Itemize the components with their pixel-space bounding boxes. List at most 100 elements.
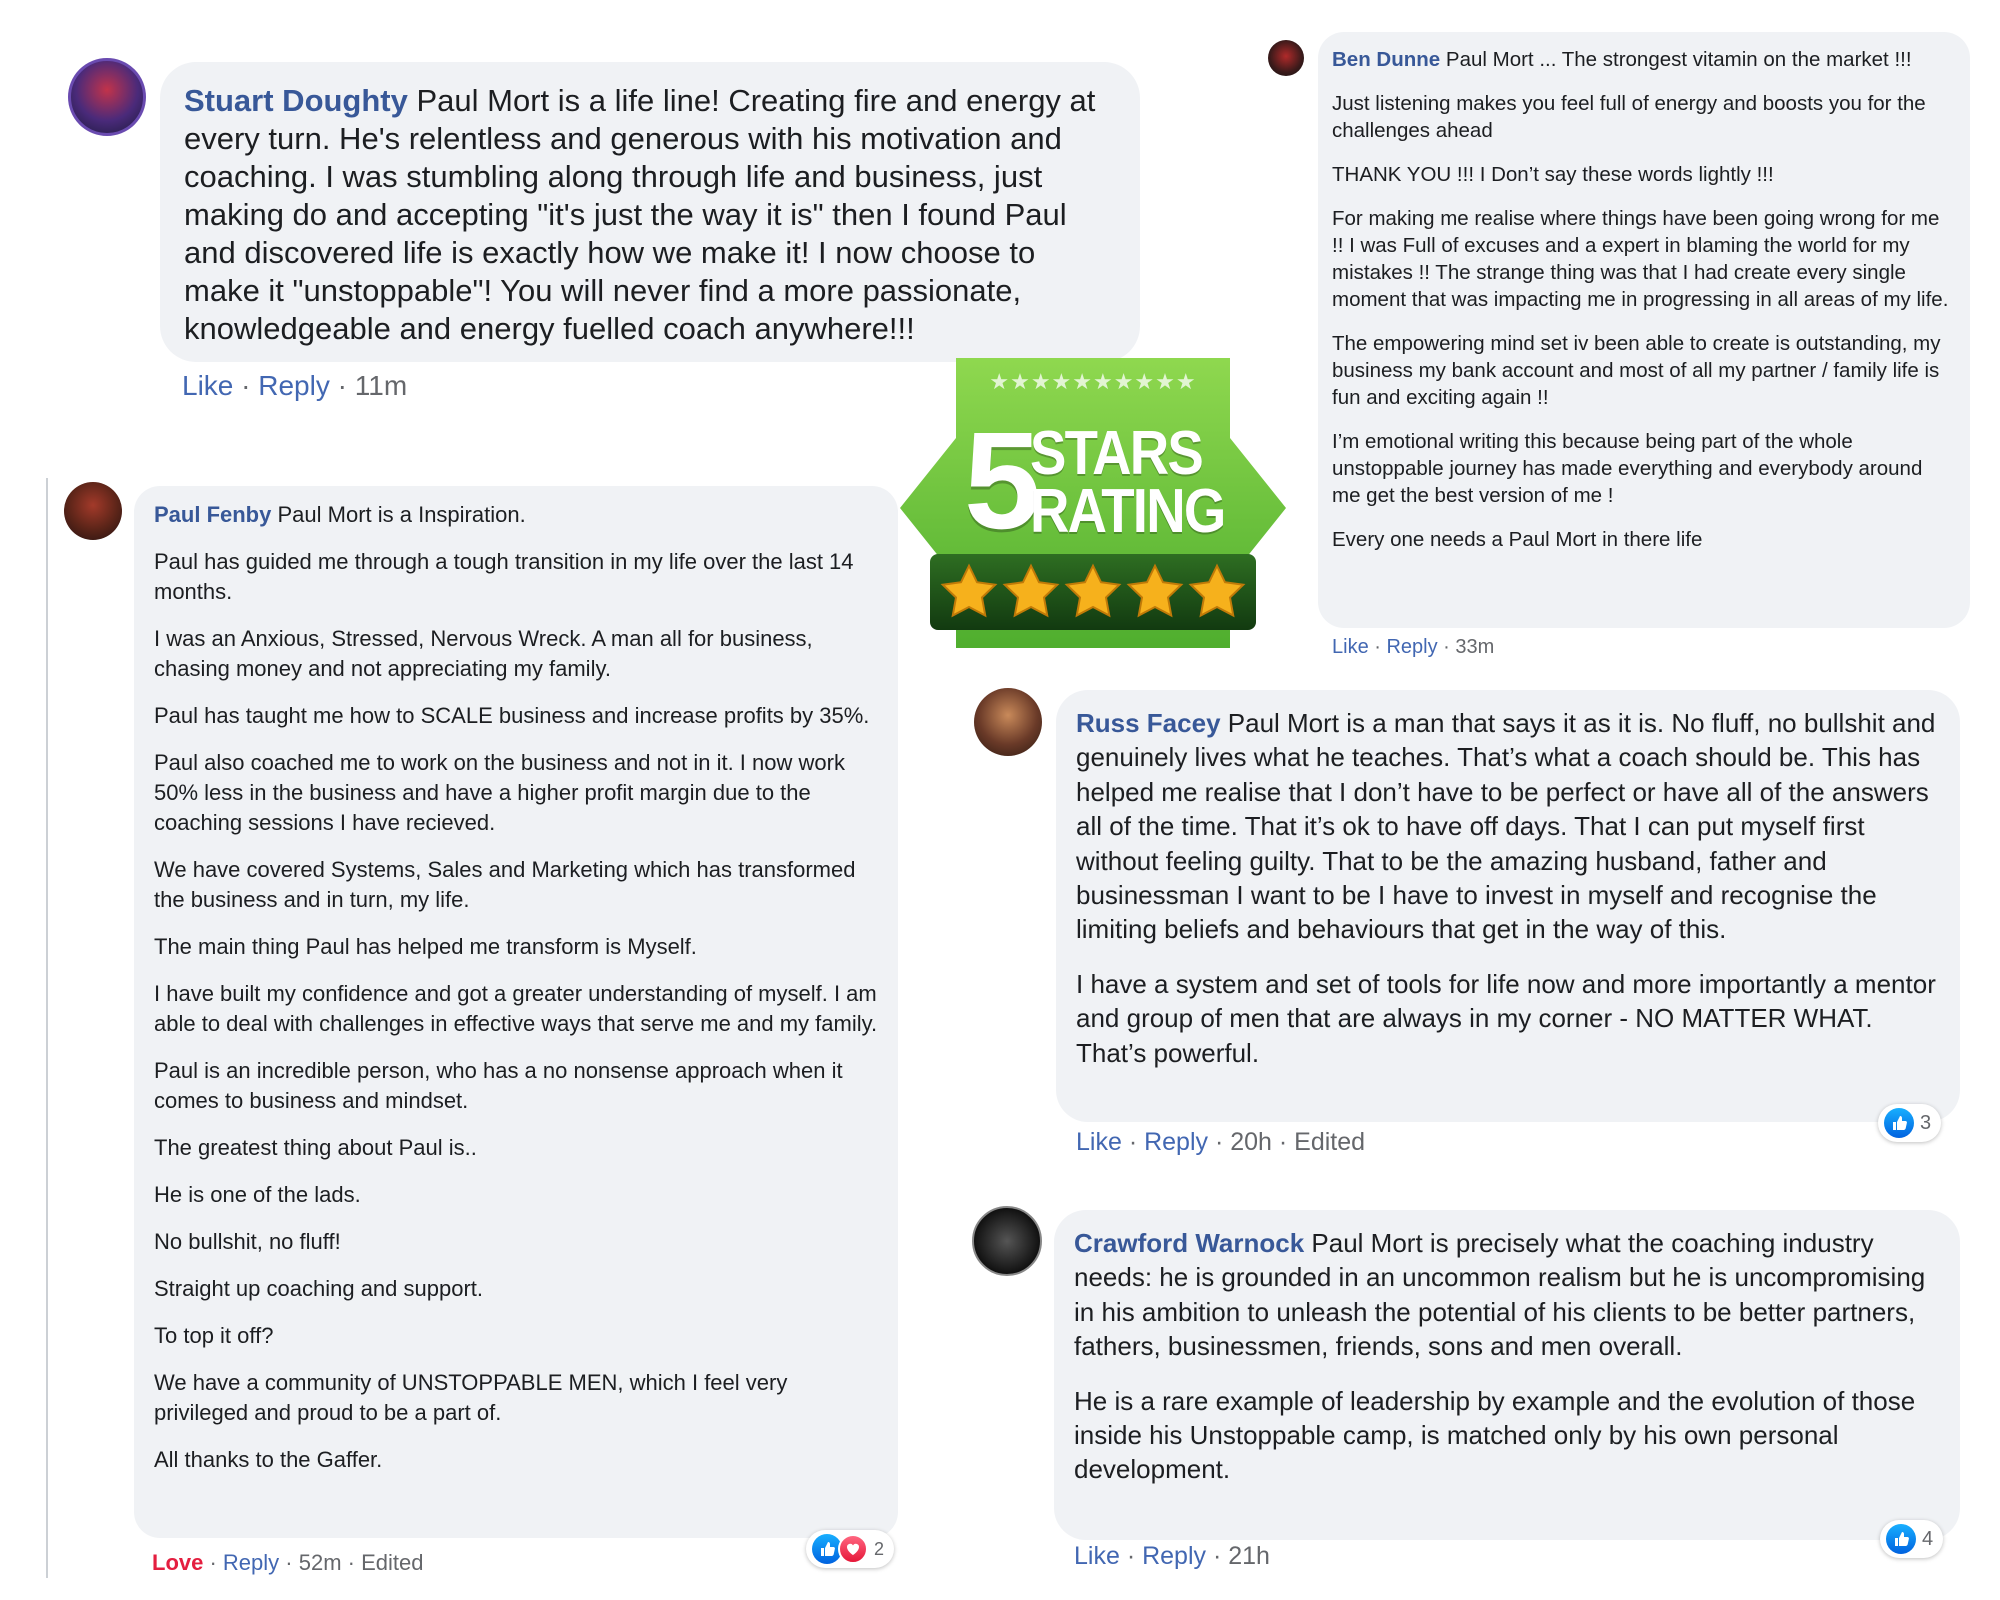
comment-paragraph: Straight up coaching and support. bbox=[154, 1276, 484, 1301]
comment-paragraph: Paul Mort is a man that says it as it is… bbox=[1076, 708, 1936, 945]
like-button[interactable]: Like bbox=[1074, 1542, 1120, 1570]
gold-star-icon bbox=[1188, 563, 1246, 618]
separator: · bbox=[1271, 1128, 1295, 1156]
avatar[interactable] bbox=[972, 1206, 1042, 1276]
comment-text: Paul Fenby Paul Mort is a Inspiration. bbox=[154, 500, 878, 530]
comment-actions: Like · Reply · 11m bbox=[182, 370, 407, 402]
badge-word-rating: RATING bbox=[1030, 477, 1226, 546]
reaction-number: 2 bbox=[874, 1538, 885, 1559]
author-name[interactable]: Stuart Doughty bbox=[184, 83, 408, 118]
comment-text: Stuart Doughty Paul Mort is a life line!… bbox=[184, 82, 1114, 348]
avatar[interactable] bbox=[64, 482, 122, 540]
comment-bubble: Stuart Doughty Paul Mort is a life line!… bbox=[160, 62, 1140, 362]
comment-paragraph: Every one needs a Paul Mort in there lif… bbox=[1332, 528, 1703, 551]
love-button[interactable]: Love bbox=[152, 1550, 203, 1575]
comment-bubble: Ben Dunne Paul Mort ... The strongest vi… bbox=[1318, 32, 1970, 628]
timestamp[interactable]: 52m bbox=[299, 1550, 342, 1575]
gold-stars-row bbox=[930, 554, 1256, 630]
comment-text: Russ Facey Paul Mort is a man that says … bbox=[1076, 706, 1940, 947]
thread-line bbox=[46, 478, 48, 1578]
comment-paragraph: The greatest thing about Paul is.. bbox=[154, 1135, 477, 1160]
avatar[interactable] bbox=[68, 58, 146, 136]
comment-paragraph: Paul is an incredible person, who has a … bbox=[154, 1058, 843, 1113]
comment-text: Crawford Warnock Paul Mort is precisely … bbox=[1074, 1226, 1940, 1364]
avatar[interactable] bbox=[974, 688, 1042, 756]
timestamp[interactable]: 20h bbox=[1230, 1128, 1272, 1156]
separator: · bbox=[329, 370, 355, 401]
comment-paragraph: He is one of the lads. bbox=[154, 1182, 361, 1207]
reaction-count[interactable]: 2 bbox=[806, 1530, 895, 1568]
comment-paragraph: Paul has taught me how to SCALE business… bbox=[154, 703, 870, 728]
reply-button[interactable]: Reply bbox=[1142, 1542, 1206, 1570]
separator: · bbox=[1368, 636, 1387, 658]
author-name[interactable]: Ben Dunne bbox=[1332, 48, 1440, 71]
reply-button[interactable]: Reply bbox=[258, 370, 330, 401]
separator: · bbox=[1121, 1128, 1145, 1156]
comment-paragraph: We have covered Systems, Sales and Marke… bbox=[154, 857, 856, 912]
separator: · bbox=[1206, 1542, 1229, 1570]
reply-button[interactable]: Reply bbox=[223, 1550, 279, 1575]
comment-paragraph: All thanks to the Gaffer. bbox=[154, 1447, 383, 1472]
like-button[interactable]: Like bbox=[1332, 636, 1369, 658]
separator: · bbox=[233, 370, 259, 401]
like-button[interactable]: Like bbox=[1076, 1128, 1122, 1156]
separator: · bbox=[1437, 636, 1456, 658]
timestamp[interactable]: 21h bbox=[1228, 1542, 1270, 1570]
timestamp[interactable]: 11m bbox=[355, 370, 407, 401]
author-name[interactable]: Russ Facey bbox=[1076, 708, 1221, 738]
comment-paragraph: I’m emotional writing this because being… bbox=[1332, 430, 1923, 507]
separator: · bbox=[1119, 1542, 1143, 1570]
reaction-count[interactable]: 4 bbox=[1880, 1520, 1944, 1558]
comment-bubble: Paul Fenby Paul Mort is a Inspiration. P… bbox=[134, 486, 898, 1538]
comment-paragraph: For making me realise where things have … bbox=[1332, 207, 1949, 311]
comment-paragraph: Paul has guided me through a tough trans… bbox=[154, 549, 854, 604]
edited-label: Edited bbox=[361, 1550, 424, 1575]
comment-paragraph: No bullshit, no fluff! bbox=[154, 1229, 341, 1254]
thumbs-up-icon bbox=[1886, 1524, 1916, 1554]
gold-star-icon bbox=[1002, 563, 1060, 618]
separator: · bbox=[1208, 1128, 1231, 1156]
author-name[interactable]: Paul Fenby bbox=[154, 502, 271, 527]
comment-paragraph: I have a system and set of tools for lif… bbox=[1076, 968, 1936, 1068]
comment-paragraph: THANK YOU !!! I Don’t say these words li… bbox=[1332, 163, 1774, 186]
comment-paragraph: Paul Mort is a Inspiration. bbox=[277, 502, 526, 527]
comment-actions: Like · Reply · 33m bbox=[1332, 636, 1494, 659]
comment-bubble: Russ Facey Paul Mort is a man that says … bbox=[1056, 690, 1960, 1122]
edited-label: Edited bbox=[1294, 1128, 1366, 1156]
rating-number: 5 bbox=[964, 404, 1041, 558]
reaction-number: 4 bbox=[1922, 1527, 1934, 1550]
avatar[interactable] bbox=[1268, 40, 1304, 76]
comment-paragraph: He is a rare example of leadership by ex… bbox=[1074, 1385, 1916, 1485]
separator: · bbox=[341, 1550, 362, 1575]
like-button[interactable]: Like bbox=[182, 370, 233, 401]
comment-paragraph: Paul Mort is a life line! Creating fire … bbox=[184, 83, 1096, 346]
comment-actions: Like · Reply · 20h · Edited bbox=[1076, 1128, 1365, 1157]
comment-paragraph: I was an Anxious, Stressed, Nervous Wrec… bbox=[154, 626, 813, 681]
reply-button[interactable]: Reply bbox=[1386, 636, 1437, 658]
comment-actions: Like · Reply · 21h bbox=[1074, 1542, 1270, 1571]
heart-icon bbox=[838, 1534, 868, 1564]
reaction-number: 3 bbox=[1920, 1111, 1932, 1134]
badge-word-stars: STARS bbox=[1030, 419, 1204, 488]
author-name[interactable]: Crawford Warnock bbox=[1074, 1228, 1304, 1258]
comment-actions: Love · Reply · 52m · Edited bbox=[152, 1550, 423, 1576]
comment-paragraph: Paul Mort ... The strongest vitamin on t… bbox=[1445, 48, 1912, 71]
comment-paragraph: Paul also coached me to work on the busi… bbox=[154, 750, 845, 835]
reaction-count[interactable]: 3 bbox=[1878, 1104, 1942, 1142]
thumbs-up-icon bbox=[1884, 1108, 1914, 1138]
comment-paragraph: To top it off? bbox=[154, 1323, 274, 1348]
timestamp[interactable]: 33m bbox=[1455, 636, 1494, 658]
separator: · bbox=[279, 1550, 299, 1575]
comment-paragraph: Just listening makes you feel full of en… bbox=[1332, 92, 1926, 142]
gold-star-icon bbox=[1126, 563, 1184, 618]
five-star-rating-badge: ★★★★★★★★★★ 5 STARS RATING bbox=[900, 358, 1286, 654]
reply-button[interactable]: Reply bbox=[1144, 1128, 1208, 1156]
small-stars-row: ★★★★★★★★★★ bbox=[989, 370, 1197, 395]
comment-paragraph: I have built my confidence and got a gre… bbox=[154, 981, 878, 1036]
comment-paragraph: We have a community of UNSTOPPABLE MEN, … bbox=[154, 1370, 788, 1425]
comment-paragraph: The empowering mind set iv been able to … bbox=[1332, 332, 1941, 409]
comment-text: Ben Dunne Paul Mort ... The strongest vi… bbox=[1332, 46, 1952, 73]
gold-star-icon bbox=[1064, 563, 1122, 618]
gold-star-icon bbox=[940, 563, 998, 618]
comment-paragraph: The main thing Paul has helped me transf… bbox=[154, 934, 697, 959]
